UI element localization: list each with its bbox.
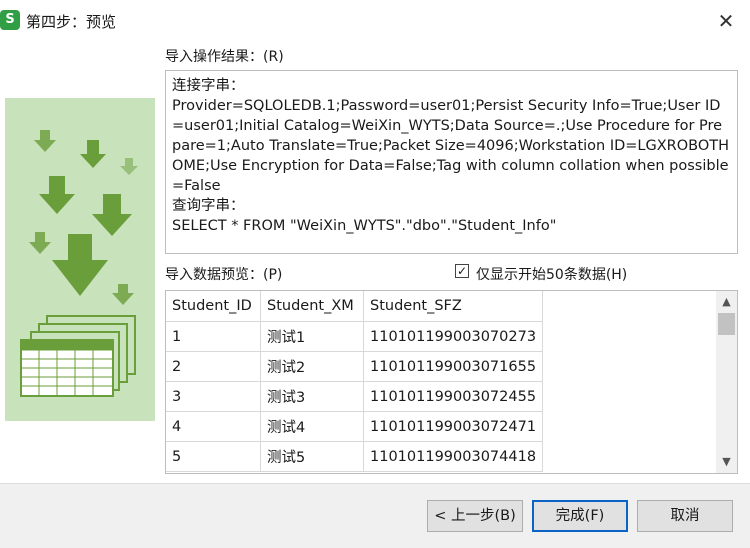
table-row[interactable]: 1 测试1 110101199003070273: [166, 321, 544, 352]
table-cell: 测试4: [260, 411, 364, 442]
dialog-title: 第四步：预览: [26, 13, 117, 31]
vertical-scrollbar[interactable]: ▲ ▼: [716, 291, 737, 473]
table-cell: 1: [166, 321, 261, 352]
scroll-thumb[interactable]: [718, 313, 735, 335]
table-cell: 测试1: [260, 321, 364, 352]
preview-label: 导入数据预览：(P): [165, 267, 283, 283]
back-button[interactable]: < 上一步(B): [427, 500, 523, 532]
table-cell: 测试5: [260, 441, 364, 472]
preview-grid: Student_ID Student_XM Student_SFZ 1 测试1 …: [165, 290, 738, 474]
cancel-button[interactable]: 取消: [637, 500, 733, 532]
table-cell: 5: [166, 441, 261, 472]
table-cell: 110101199003072471: [363, 411, 544, 442]
finish-button[interactable]: 完成(F): [532, 500, 628, 532]
scroll-up-arrow-icon[interactable]: ▲: [716, 293, 737, 311]
table-cell: 2: [166, 351, 261, 382]
scroll-down-arrow-icon[interactable]: ▼: [716, 453, 737, 471]
table-cell: 110101199003071655: [363, 351, 544, 382]
table-cell: 110101199003074418: [363, 441, 544, 472]
close-button[interactable]: ✕: [712, 8, 740, 34]
import-wizard-dialog: S 第四步：预览 ✕ 导入操作结果：(R) 连接字串： Provider=SQL…: [0, 0, 750, 548]
first-50-rows-checkbox[interactable]: ✓: [455, 264, 469, 278]
table-row[interactable]: 4 测试4 110101199003072471: [166, 411, 544, 442]
download-arrows-icon: [20, 130, 138, 397]
table-cell: 测试2: [260, 351, 364, 382]
column-header[interactable]: Student_XM: [260, 291, 364, 322]
app-icon: S: [0, 10, 20, 30]
title-bar: S 第四步：预览 ✕: [0, 0, 750, 40]
header-row: Student_ID Student_XM Student_SFZ: [166, 291, 544, 322]
column-header[interactable]: Student_ID: [166, 291, 261, 322]
preview-table: Student_ID Student_XM Student_SFZ 1 测试1 …: [166, 291, 544, 472]
first-50-rows-label[interactable]: 仅显示开始50条数据(H): [476, 264, 627, 284]
table-cell: 110101199003072455: [363, 381, 544, 412]
table-cell: 测试3: [260, 381, 364, 412]
table-cell: 4: [166, 411, 261, 442]
table-cell: 3: [166, 381, 261, 412]
column-header[interactable]: Student_SFZ: [363, 291, 544, 322]
import-illustration: [5, 98, 155, 421]
table-cell: 110101199003070273: [363, 321, 544, 352]
result-label: 导入操作结果：(R): [165, 49, 284, 65]
result-textbox[interactable]: 连接字串： Provider=SQLOLEDB.1;Password=user0…: [165, 70, 738, 254]
table-row[interactable]: 3 测试3 110101199003072455: [166, 381, 544, 412]
table-row[interactable]: 2 测试2 110101199003071655: [166, 351, 544, 382]
table-row[interactable]: 5 测试5 110101199003074418: [166, 441, 544, 472]
